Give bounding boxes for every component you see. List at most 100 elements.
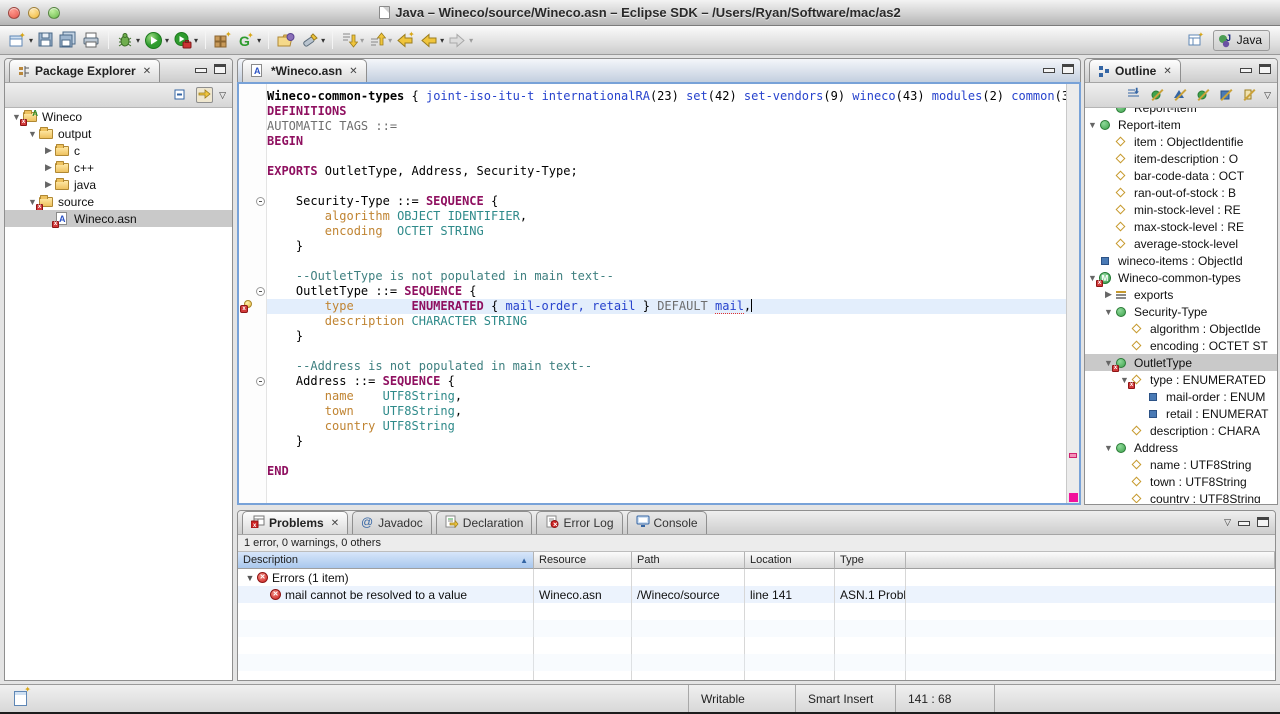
fold-collapse-icon[interactable]	[256, 377, 265, 386]
column-header-type[interactable]: Type	[835, 552, 906, 569]
chevron-right-icon[interactable]: ▶	[43, 145, 54, 156]
tree-item-wineco-asn[interactable]: xWineco.asn	[5, 210, 232, 227]
chevron-down-icon[interactable]: ▼	[1103, 443, 1114, 453]
maximize-view-button[interactable]	[1257, 517, 1269, 527]
minimize-editor-button[interactable]	[1043, 68, 1055, 73]
print-button[interactable]	[80, 28, 103, 52]
forward-button[interactable]: ▾	[446, 28, 475, 52]
code-line[interactable]: EXPORTS OutletType, Address, Security-Ty…	[267, 164, 1066, 179]
code-line[interactable]: town UTF8String,	[267, 404, 1066, 419]
code-line[interactable]: }	[267, 239, 1066, 254]
new-wizard-button[interactable]: ✦▾	[6, 28, 35, 52]
code-line[interactable]: algorithm OBJECT IDENTIFIER,	[267, 209, 1066, 224]
close-icon[interactable]: ✕	[331, 518, 339, 529]
code-line[interactable]: OutletType ::= SEQUENCE {	[267, 284, 1066, 299]
open-perspective-button[interactable]: ✦	[1185, 28, 1207, 52]
dropdown-arrow-icon[interactable]: ▾	[165, 36, 169, 45]
code-line[interactable]	[267, 344, 1066, 359]
dropdown-arrow-icon[interactable]: ▾	[388, 36, 392, 45]
tree-item-report-item[interactable]: Report-item	[1085, 108, 1277, 116]
tree-item-c-[interactable]: ▶c++	[5, 159, 232, 176]
prev-annotation-button[interactable]: ▾	[366, 28, 394, 52]
code-line[interactable]: type ENUMERATED { mail-order, retail } D…	[267, 299, 1066, 314]
code-line[interactable]: description CHARACTER STRING	[267, 314, 1066, 329]
overview-ruler[interactable]	[1066, 84, 1079, 503]
hide-fields-icon[interactable]	[1218, 87, 1235, 103]
close-icon[interactable]: ✕	[143, 66, 151, 77]
view-menu-button[interactable]: ▽	[1224, 517, 1231, 528]
tree-item-address[interactable]: ▼Address	[1085, 439, 1277, 456]
tree-item-ran-out-of-stock-b[interactable]: ran-out-of-stock : B	[1085, 184, 1277, 201]
next-annotation-button[interactable]: ▾	[338, 28, 366, 52]
run-button[interactable]: ▾	[142, 28, 171, 52]
dropdown-arrow-icon[interactable]: ▾	[136, 36, 140, 45]
dropdown-arrow-icon[interactable]: ▾	[321, 36, 325, 45]
new-java-project-button[interactable]: ✦	[211, 28, 234, 52]
tree-item-wineco-items-objectid[interactable]: wineco-items : ObjectId	[1085, 252, 1277, 269]
tree-item-min-stock-level-re[interactable]: min-stock-level : RE	[1085, 201, 1277, 218]
minimize-view-button[interactable]	[1240, 68, 1252, 73]
close-icon[interactable]: ✕	[349, 66, 357, 77]
tree-item-item-description-o[interactable]: item-description : O	[1085, 150, 1277, 167]
tree-item-wineco-common-types[interactable]: ▼MxWineco-common-types	[1085, 269, 1277, 286]
chevron-down-icon[interactable]: ▼	[243, 573, 257, 583]
close-icon[interactable]: ✕	[1163, 66, 1171, 77]
code-line[interactable]: Address ::= SEQUENCE {	[267, 374, 1066, 389]
tree-item-outlettype[interactable]: ▼xOutletType	[1085, 354, 1277, 371]
tree-item-security-type[interactable]: ▼Security-Type	[1085, 303, 1277, 320]
link-with-editor-button[interactable]	[196, 87, 213, 103]
new-java-class-button[interactable]: G✦▾	[234, 28, 263, 52]
column-header-resource[interactable]: Resource	[534, 552, 632, 569]
back-button[interactable]: ▾	[417, 28, 446, 52]
column-header-description[interactable]: Description▲	[238, 552, 534, 569]
code-line[interactable]: Security-Type ::= SEQUENCE {	[267, 194, 1066, 209]
tree-item-algorithm-objectide[interactable]: algorithm : ObjectIde	[1085, 320, 1277, 337]
minimize-view-button[interactable]	[1238, 521, 1250, 526]
tree-item-report-item[interactable]: ▼Report-item	[1085, 116, 1277, 133]
tab-outline[interactable]: Outline ✕	[1089, 59, 1181, 82]
tab-wineco-asn[interactable]: *Wineco.asn ✕	[242, 59, 367, 82]
tree-item-name-utf8string[interactable]: name : UTF8String	[1085, 456, 1277, 473]
search-button[interactable]: ▾	[298, 28, 327, 52]
code-line[interactable]: encoding OCTET STRING	[267, 224, 1066, 239]
code-line[interactable]: DEFINITIONS	[267, 104, 1066, 119]
code-line[interactable]	[267, 254, 1066, 269]
tree-item-output[interactable]: ▼output	[5, 125, 232, 142]
error-marker-icon[interactable]: x	[240, 300, 252, 313]
chevron-right-icon[interactable]: ▶	[43, 179, 54, 190]
code-editor[interactable]: x Wineco-common-types { joint-iso-itu-t …	[237, 82, 1081, 505]
tree-item-country-utf8string[interactable]: country : UTF8String	[1085, 490, 1277, 503]
chevron-down-icon[interactable]: ▼	[27, 129, 38, 139]
debug-button[interactable]: ▾	[114, 28, 142, 52]
tree-item-c[interactable]: ▶c	[5, 142, 232, 159]
code-line[interactable]	[267, 449, 1066, 464]
collapse-all-button[interactable]	[173, 87, 190, 103]
dropdown-arrow-icon[interactable]: ▾	[194, 36, 198, 45]
tab-declaration[interactable]: Declaration	[436, 511, 533, 534]
maximize-view-button[interactable]	[214, 64, 226, 74]
sort-icon[interactable]	[1126, 87, 1143, 103]
tab-javadoc[interactable]: @Javadoc	[352, 511, 432, 534]
tree-item-average-stock-level[interactable]: average-stock-level	[1085, 235, 1277, 252]
chevron-down-icon[interactable]: ▼	[1103, 307, 1114, 317]
tree-item-exports[interactable]: ▶exports	[1085, 286, 1277, 303]
dropdown-arrow-icon[interactable]: ▾	[440, 36, 444, 45]
dropdown-arrow-icon[interactable]: ▾	[360, 36, 364, 45]
hide-imports-icon[interactable]	[1241, 87, 1258, 103]
fold-collapse-icon[interactable]	[256, 287, 265, 296]
tree-item-retail-enumerat[interactable]: retail : ENUMERAT	[1085, 405, 1277, 422]
tree-item-source[interactable]: ▼xsource	[5, 193, 232, 210]
view-menu-button[interactable]: ▽	[1264, 90, 1271, 101]
code-line[interactable]: BEGIN	[267, 134, 1066, 149]
hide-types-icon[interactable]	[1149, 87, 1166, 103]
tree-item-description-chara[interactable]: description : CHARA	[1085, 422, 1277, 439]
code-line[interactable]	[267, 149, 1066, 164]
problem-row[interactable]: ✕mail cannot be resolved to a valueWinec…	[238, 586, 1275, 603]
tab-console[interactable]: Console	[627, 511, 707, 534]
dropdown-arrow-icon[interactable]: ▾	[29, 36, 33, 45]
open-resource-button[interactable]	[274, 28, 298, 52]
column-header-location[interactable]: Location	[745, 552, 835, 569]
hide-variables-icon[interactable]	[1172, 87, 1189, 103]
code-line[interactable]: }	[267, 329, 1066, 344]
code-line[interactable]	[267, 179, 1066, 194]
